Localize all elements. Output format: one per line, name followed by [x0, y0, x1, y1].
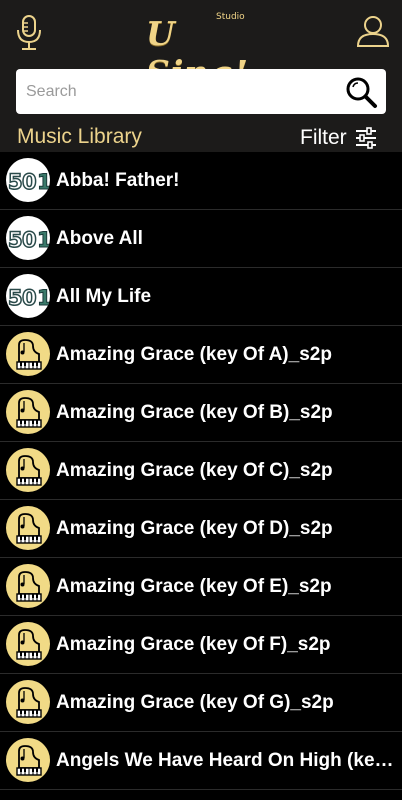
logo-501-icon: 501	[6, 274, 50, 318]
search-bar	[16, 69, 386, 114]
piano-icon	[6, 564, 50, 608]
song-row[interactable]: Amazing Grace (key Of C)_s2p	[0, 442, 402, 500]
song-row[interactable]: 5 0 1 Abba! Father!	[0, 152, 402, 210]
piano-icon	[6, 506, 50, 550]
svg-text:1: 1	[37, 170, 50, 194]
song-row[interactable]: Angels We Have Heard On High (key...	[0, 732, 402, 790]
song-title: Angels We Have Heard On High (key...	[56, 750, 398, 771]
svg-text:1: 1	[37, 286, 50, 310]
app-logo: Studio U Sing!	[140, 8, 270, 92]
song-title: Above All	[56, 228, 143, 249]
song-title: Amazing Grace (key Of G)_s2p	[56, 692, 334, 713]
song-title: Amazing Grace (key Of E)_s2p	[56, 576, 332, 597]
song-list: 5 0 1 Abba! Father! 5 0 1 Above All 5 0 1 All My Li…	[0, 152, 402, 790]
piano-icon	[6, 680, 50, 724]
song-title: Amazing Grace (key Of B)_s2p	[56, 402, 333, 423]
logo-501-icon: 501	[6, 158, 50, 202]
svg-text:5: 5	[8, 228, 23, 252]
song-row[interactable]: Amazing Grace (key Of E)_s2p	[0, 558, 402, 616]
song-title: Amazing Grace (key Of F)_s2p	[56, 634, 331, 655]
song-row[interactable]: Amazing Grace (key Of B)_s2p	[0, 384, 402, 442]
piano-icon	[6, 390, 50, 434]
song-row[interactable]: Amazing Grace (key Of F)_s2p	[0, 616, 402, 674]
microphone-icon[interactable]	[14, 14, 44, 52]
song-title: Abba! Father!	[56, 170, 180, 191]
logo-501-icon: 501	[6, 216, 50, 260]
sliders-icon	[355, 127, 376, 149]
song-title: Amazing Grace (key Of D)_s2p	[56, 518, 333, 539]
svg-text:5: 5	[8, 286, 23, 310]
svg-text:0: 0	[22, 228, 37, 252]
piano-icon	[6, 738, 50, 782]
piano-icon	[6, 448, 50, 492]
search-input[interactable]	[16, 69, 336, 114]
user-icon[interactable]	[356, 14, 390, 48]
music-library-title: Music Library	[17, 125, 142, 148]
filter-label: Filter	[300, 126, 347, 149]
piano-icon	[6, 332, 50, 376]
song-title: All My Life	[56, 286, 152, 307]
filter-button[interactable]: Filter	[300, 125, 377, 151]
svg-text:0: 0	[22, 286, 37, 310]
song-row[interactable]: Amazing Grace (key Of D)_s2p	[0, 500, 402, 558]
app-header: Studio U Sing! Music Library Filter	[0, 0, 402, 152]
svg-text:1: 1	[37, 228, 50, 252]
song-row[interactable]: Amazing Grace (key Of G)_s2p	[0, 674, 402, 732]
song-title: Amazing Grace (key Of A)_s2p	[56, 344, 332, 365]
svg-text:5: 5	[8, 170, 23, 194]
song-row[interactable]: 5 0 1 All My Life	[0, 268, 402, 326]
song-row[interactable]: Amazing Grace (key Of A)_s2p	[0, 326, 402, 384]
piano-icon	[6, 622, 50, 666]
search-icon[interactable]	[344, 75, 378, 109]
song-title: Amazing Grace (key Of C)_s2p	[56, 460, 333, 481]
svg-text:0: 0	[22, 170, 37, 194]
song-row[interactable]: 5 0 1 Above All	[0, 210, 402, 268]
